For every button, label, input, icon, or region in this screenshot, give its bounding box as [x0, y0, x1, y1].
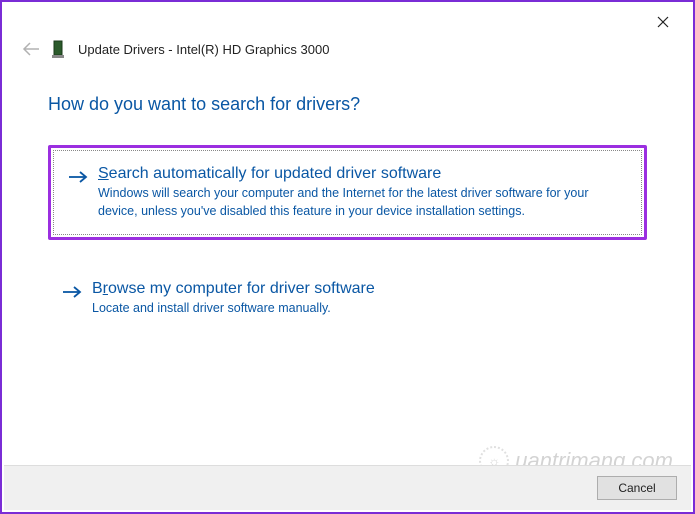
option-search-auto-desc: Windows will search your computer and th…: [98, 185, 623, 220]
option-browse[interactable]: Browse my computer for driver software L…: [48, 266, 647, 332]
content-area: How do you want to search for drivers? S…: [2, 60, 693, 332]
option-search-auto[interactable]: Search automatically for updated driver …: [53, 150, 642, 235]
cancel-button[interactable]: Cancel: [597, 476, 677, 500]
option-search-auto-body: Search automatically for updated driver …: [98, 165, 623, 220]
window-title: Update Drivers - Intel(R) HD Graphics 30…: [78, 42, 329, 57]
back-button[interactable]: [20, 38, 42, 60]
option-browse-title: Browse my computer for driver software: [92, 280, 629, 298]
option-search-auto-title: Search automatically for updated driver …: [98, 165, 623, 183]
option-browse-body: Browse my computer for driver software L…: [92, 280, 629, 318]
arrow-right-icon: [68, 167, 88, 187]
back-arrow-icon: [22, 42, 40, 56]
close-button[interactable]: [643, 8, 683, 36]
header-bar: Update Drivers - Intel(R) HD Graphics 30…: [2, 2, 693, 60]
dialog-window: Update Drivers - Intel(R) HD Graphics 30…: [0, 0, 695, 514]
close-icon: [657, 16, 669, 28]
button-bar: Cancel: [4, 465, 691, 510]
option-search-auto-highlight: Search automatically for updated driver …: [48, 145, 647, 240]
option-browse-desc: Locate and install driver software manua…: [92, 300, 629, 318]
page-heading: How do you want to search for drivers?: [48, 94, 647, 115]
arrow-right-icon: [62, 282, 82, 302]
device-icon: [52, 40, 68, 58]
